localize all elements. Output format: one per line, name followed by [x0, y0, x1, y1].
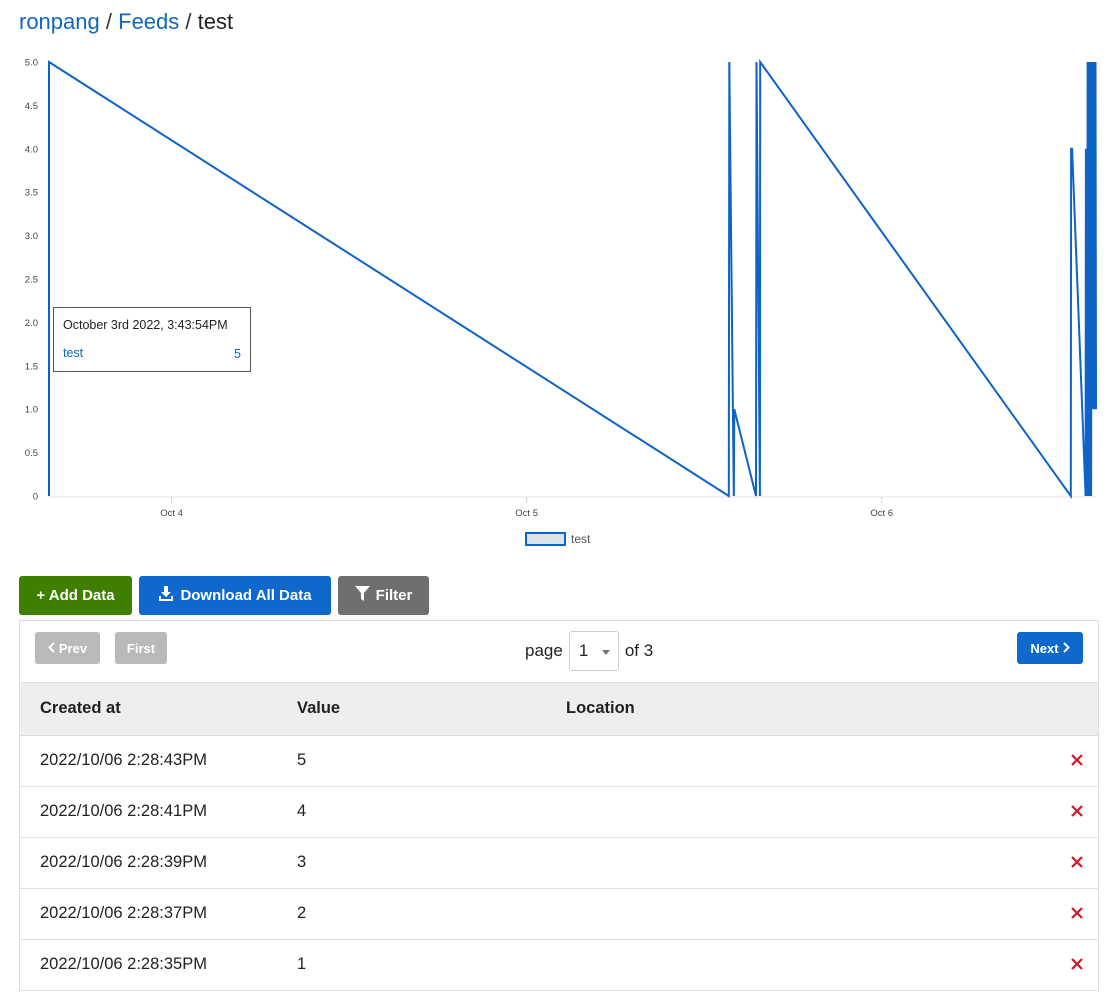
- breadcrumb-separator: /: [105, 9, 112, 34]
- chart-svg: 00.51.01.52.02.53.03.54.04.55.0 Oct 4 Oct…: [25, 58, 1097, 546]
- delete-row-icon[interactable]: [1068, 904, 1086, 922]
- tooltip-value: 5: [234, 347, 241, 361]
- legend-label[interactable]: test: [571, 532, 591, 546]
- row-created-at: 2022/10/06 2:28:37PM: [40, 904, 207, 922]
- table-row: 2022/10/06 2:28:41PM 4: [20, 787, 1098, 838]
- delete-row-icon[interactable]: [1068, 802, 1086, 820]
- row-value: 1: [297, 955, 307, 973]
- prev-page-label: Prev: [58, 640, 88, 656]
- table-header: Created at Value Location: [20, 682, 1098, 736]
- row-value: 2: [297, 904, 307, 922]
- y-tick-label: 2.5: [25, 275, 38, 286]
- page-total: of 3: [624, 641, 654, 660]
- legend-swatch[interactable]: [525, 532, 566, 546]
- filter-button[interactable]: Filter: [338, 576, 429, 615]
- y-axis: 0 0.5 1.0 1.5 2.0 2.5 3.0 3.5 4.0 4.5 5.0: [25, 58, 38, 503]
- chevron-right-icon: [1062, 641, 1070, 656]
- x-tick-label: Oct 4: [160, 508, 183, 519]
- table-row: 2022/10/06 2:28:37PM 2: [20, 889, 1098, 940]
- column-header-created-at[interactable]: Created at: [40, 699, 121, 718]
- row-created-at: 2022/10/06 2:28:41PM: [40, 802, 207, 820]
- add-data-label: + Add Data: [36, 587, 115, 604]
- row-created-at: 2022/10/06 2:28:43PM: [40, 751, 207, 769]
- caret-down-icon: [601, 649, 610, 655]
- x-tick-label: Oct 6: [870, 508, 893, 519]
- first-page-label: First: [126, 640, 156, 656]
- chart-tooltip: October 3rd 2022, 3:43:54PM test 5: [53, 307, 251, 372]
- row-value: 4: [297, 802, 307, 820]
- tooltip-series-name: test: [63, 346, 84, 360]
- y-tick-label: 0.5: [25, 448, 38, 459]
- data-table-panel: Prev First page 1 of 3 Next Created at V…: [19, 620, 1099, 992]
- page-select-value: 1: [578, 641, 589, 660]
- x-tick-label: Oct 5: [515, 508, 538, 519]
- filter-icon: [354, 586, 370, 605]
- add-data-button[interactable]: + Add Data: [19, 576, 132, 615]
- row-created-at: 2022/10/06 2:28:35PM: [40, 955, 207, 973]
- feed-chart[interactable]: 0 0.5 1.0 1.5 2.0 2.5 3.0 3.5 4.0 4.5 5.0 Oct 4 Oct…: [0, 50, 1109, 555]
- y-tick-label: 4.0: [25, 144, 38, 155]
- series-group: [48, 58, 1097, 500]
- chevron-left-icon: [47, 641, 55, 656]
- table-row: 2022/10/06 2:28:39PM 3: [20, 838, 1098, 889]
- pagination: Prev First page 1 of 3 Next: [20, 621, 1098, 682]
- y-tick-label: 3.5: [25, 188, 38, 199]
- page-word: page: [525, 641, 563, 660]
- row-created-at: 2022/10/06 2:28:39PM: [40, 853, 207, 871]
- page-select[interactable]: 1: [568, 631, 619, 671]
- delete-row-icon[interactable]: [1068, 853, 1086, 871]
- breadcrumb-feeds-link[interactable]: Feeds: [118, 9, 179, 34]
- next-page-button[interactable]: Next: [1017, 632, 1083, 664]
- breadcrumb: ronpang / Feeds / test: [19, 8, 233, 36]
- delete-row-icon[interactable]: [1068, 751, 1086, 769]
- y-tick-label: 2.0: [25, 318, 38, 329]
- first-page-button[interactable]: First: [115, 632, 167, 664]
- tooltip-date: October 3rd 2022, 3:43:54PM: [63, 318, 228, 332]
- y-tick-label: 3.0: [25, 231, 38, 242]
- download-all-data-label: Download All Data: [180, 587, 312, 604]
- download-icon: [158, 586, 174, 605]
- y-tick-label: 4.5: [25, 101, 38, 112]
- breadcrumb-user-link[interactable]: ronpang: [19, 9, 100, 34]
- column-header-value[interactable]: Value: [297, 699, 340, 718]
- y-tick-label: 1.5: [25, 361, 38, 372]
- table-row: 2022/10/06 2:28:35PM 1: [20, 940, 1098, 991]
- column-header-location[interactable]: Location: [566, 699, 635, 718]
- breadcrumb-separator: /: [185, 9, 192, 34]
- breadcrumb-current: test: [197, 9, 234, 34]
- feed-actions: + Add Data Download All Data Filter: [19, 576, 429, 615]
- download-all-data-button[interactable]: Download All Data: [139, 576, 331, 615]
- y-tick-label: 5.0: [25, 58, 38, 69]
- row-value: 3: [297, 853, 307, 871]
- y-tick-label: 1.0: [25, 405, 38, 416]
- y-tick-label: 0: [33, 492, 38, 503]
- filter-label: Filter: [375, 587, 413, 604]
- table-row: 2022/10/06 2:28:43PM 5: [20, 736, 1098, 787]
- row-value: 5: [297, 751, 307, 769]
- series-line-test[interactable]: [48, 58, 1097, 500]
- prev-page-button[interactable]: Prev: [35, 632, 100, 664]
- x-axis: Oct 4 Oct 5 Oct 6: [160, 497, 893, 519]
- page-selector-group: page 1 of 3: [525, 631, 653, 671]
- next-page-label: Next: [1030, 640, 1059, 656]
- delete-row-icon[interactable]: [1068, 955, 1086, 973]
